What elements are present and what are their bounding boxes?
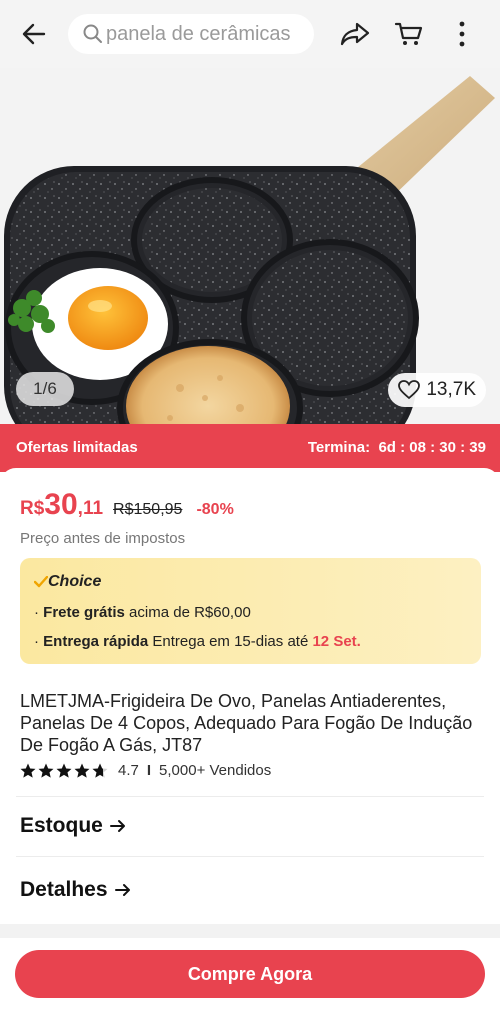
star-icon: [56, 763, 72, 778]
search-input[interactable]: [106, 22, 314, 46]
free-shipping-line: · Frete grátis acima de R$60,00: [34, 604, 251, 621]
original-price: R$150,95: [113, 501, 183, 518]
check-icon: [34, 576, 48, 588]
wishlist-button[interactable]: 13,7K: [388, 373, 486, 407]
back-arrow-icon[interactable]: [18, 18, 50, 50]
price-cents: ,11: [77, 498, 104, 519]
price-integer: 30: [44, 488, 78, 521]
cart-icon[interactable]: [392, 18, 426, 50]
choice-title: Choice: [34, 573, 101, 591]
search-icon: [83, 24, 102, 43]
arrow-right-icon: [114, 884, 130, 896]
fast-delivery-text: Entrega em 15-dias até: [148, 633, 313, 650]
delivery-date: 12 Set.: [312, 633, 361, 650]
countdown-value: 6d : 08 : 30 : 39: [378, 439, 486, 456]
rating-row[interactable]: 4.7 I 5,000+ Vendidos: [20, 762, 271, 779]
countdown-label: Termina:: [307, 439, 371, 456]
product-title: LMETJMA-Frigideira De Ovo, Panelas Antia…: [20, 691, 473, 755]
details-label: Detalhes: [20, 878, 108, 901]
product-image[interactable]: [0, 68, 500, 424]
image-counter: 1/6: [16, 372, 74, 406]
share-icon[interactable]: [338, 18, 372, 50]
search-bar[interactable]: [68, 14, 314, 54]
fast-delivery-label: Entrega rápida: [43, 633, 149, 650]
discount-badge: -80%: [196, 501, 234, 518]
free-shipping-label: Frete grátis: [43, 604, 125, 621]
section-gap: [0, 924, 500, 938]
sold-count: 5,000+ Vendidos: [159, 762, 272, 779]
stock-label: Estoque: [20, 814, 103, 837]
price-tax-note: Preço antes de impostos: [20, 530, 186, 547]
bullet: ·: [34, 604, 39, 621]
top-bar: [0, 0, 500, 68]
stock-row[interactable]: Estoque: [20, 814, 127, 838]
price-currency: R$: [20, 498, 45, 519]
buy-now-button[interactable]: Compre Agora: [15, 950, 485, 998]
limited-offers-banner: Ofertas limitadas Termina: 6d : 08 : 30 …: [0, 424, 500, 472]
image-counter-text: 1/6: [33, 379, 57, 398]
star-icon: [38, 763, 54, 778]
choice-title-text: Choice: [48, 573, 102, 590]
arrow-right-icon: [109, 820, 125, 832]
bullet: ·: [34, 633, 39, 650]
star-icon: [20, 763, 36, 778]
countdown: Termina: 6d : 08 : 30 : 39: [308, 439, 486, 456]
free-shipping-text: acima de R$60,00: [124, 604, 251, 621]
price-row: R$ 30 ,11 R$150,95 -80%: [20, 488, 234, 522]
likes-count: 13,7K: [426, 379, 476, 400]
more-vertical-icon[interactable]: [452, 18, 472, 50]
heart-icon: [398, 380, 421, 400]
star-icon: [74, 763, 90, 778]
choice-box[interactable]: Choice · Frete grátis acima de R$60,00 ·…: [20, 558, 481, 664]
rating-value: 4.7: [118, 762, 139, 779]
details-row[interactable]: Detalhes: [20, 878, 132, 902]
rating-stars: [20, 763, 108, 779]
divider: [16, 796, 484, 797]
fast-delivery-line: · Entrega rápida Entrega em 15-dias até …: [34, 633, 361, 650]
rating-separator: I: [146, 762, 152, 779]
offers-label: Ofertas limitadas: [16, 439, 138, 456]
divider: [16, 856, 484, 857]
